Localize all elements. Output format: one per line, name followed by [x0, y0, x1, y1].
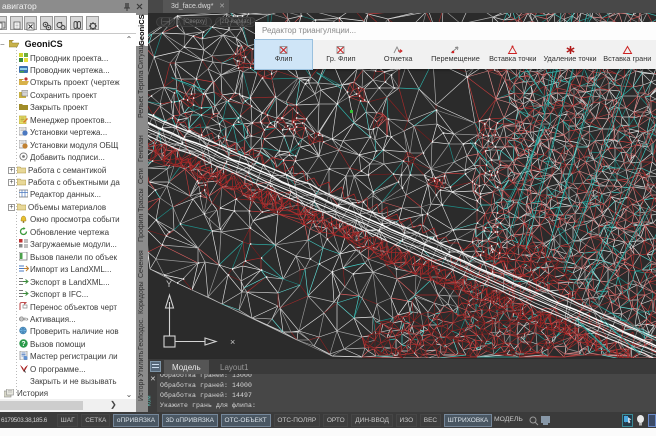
svg-text:Y: Y	[166, 279, 172, 289]
svg-text:×: ×	[230, 337, 235, 347]
